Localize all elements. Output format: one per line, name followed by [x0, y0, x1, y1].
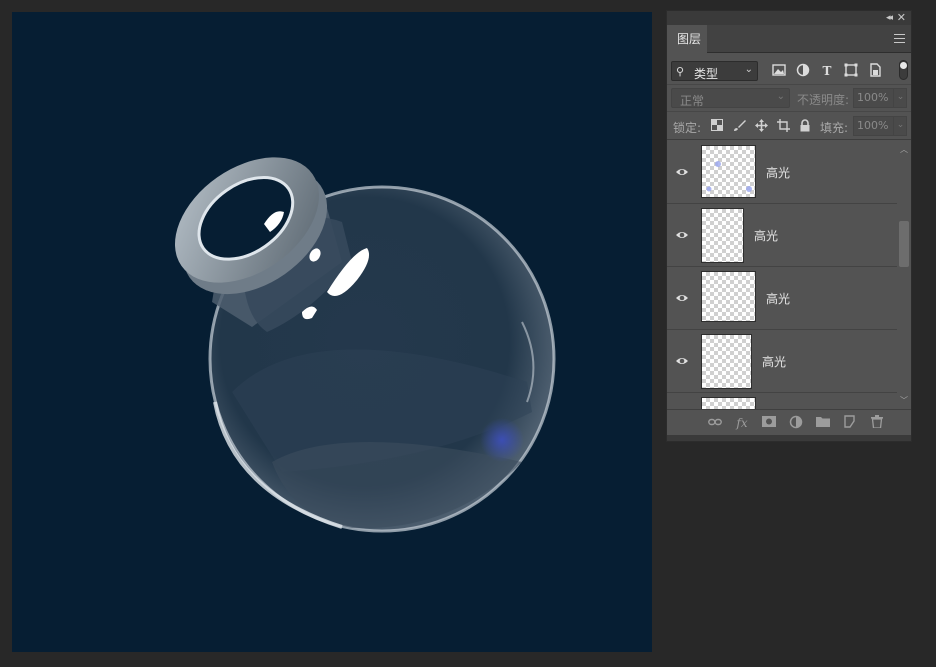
search-icon: ⚲: [676, 65, 685, 78]
layer-name: 高光: [762, 355, 787, 369]
fill-label: 填充:: [820, 121, 849, 135]
layer-name: 高光: [766, 292, 791, 306]
layer-thumbnail: [701, 397, 756, 409]
filter-toggle-switch[interactable]: [899, 60, 908, 80]
tab-layers[interactable]: 图层: [667, 25, 707, 53]
panel-title-bar: ◂◂ ✕: [667, 11, 911, 25]
lock-label: 锁定:: [673, 121, 702, 135]
scrollbar-thumb[interactable]: [899, 221, 909, 267]
panel-resize-grip[interactable]: [667, 435, 911, 441]
chevron-down-icon[interactable]: ⌄: [893, 88, 907, 108]
close-panel-icon[interactable]: ✕: [897, 11, 906, 25]
visibility-eye-icon[interactable]: [675, 291, 689, 305]
panel-tab-bar: 图层: [667, 25, 911, 53]
lock-image-pixels-icon[interactable]: [732, 119, 746, 133]
lock-position-icon[interactable]: [754, 119, 768, 133]
layer-filter-row: ⚲ 类型 ⌄ T: [667, 55, 911, 85]
panel-menu-icon[interactable]: [894, 34, 905, 43]
layer-thumbnail: [701, 208, 744, 263]
layer-row[interactable]: 高光: [667, 330, 897, 393]
lock-all-icon[interactable]: [798, 119, 812, 133]
layers-panel: ◂◂ ✕ 图层 ⚲ 类型 ⌄ T 正常 ⌄ 不透明度: 100% ⌄ 锁定: 填…: [666, 10, 912, 442]
add-mask-icon[interactable]: [761, 415, 777, 431]
layer-row[interactable]: 高光: [667, 141, 897, 204]
bottle-artwork: [174, 157, 556, 533]
lock-transparent-pixels-icon[interactable]: [710, 119, 724, 133]
shape-filter-icon[interactable]: [843, 63, 859, 79]
new-layer-icon[interactable]: [842, 415, 858, 431]
scroll-up-icon[interactable]: ︿: [900, 144, 908, 155]
visibility-eye-icon[interactable]: [675, 354, 689, 368]
layer-row[interactable]: [667, 393, 897, 409]
adjustment-layer-icon[interactable]: [788, 415, 804, 431]
chevron-down-icon[interactable]: ⌄: [893, 116, 907, 136]
collapse-panel-icon[interactable]: ◂◂: [886, 11, 893, 25]
layers-list: 高光 高光 高光 高光: [667, 141, 897, 409]
smart-object-filter-icon[interactable]: [867, 63, 883, 79]
blend-mode-value: 正常: [680, 94, 705, 108]
blend-row: 正常 ⌄ 不透明度: 100% ⌄: [667, 86, 911, 112]
link-layers-icon[interactable]: [707, 415, 723, 431]
layer-thumbnail: [701, 145, 756, 198]
fill-value: 100%: [857, 119, 889, 132]
fill-field[interactable]: 100% ⌄: [853, 116, 907, 136]
opacity-value: 100%: [857, 91, 889, 104]
layers-scrollbar[interactable]: ︿ ﹀: [897, 141, 911, 409]
chevron-down-icon: ⌄: [776, 91, 785, 102]
filter-kind-select[interactable]: ⚲ 类型 ⌄: [671, 61, 758, 81]
fx-layer-style-icon[interactable]: fx: [734, 415, 750, 431]
blend-mode-select[interactable]: 正常 ⌄: [671, 88, 790, 108]
layer-row[interactable]: 高光: [667, 204, 897, 267]
visibility-eye-icon[interactable]: [675, 165, 689, 179]
layer-name: 高光: [766, 166, 791, 180]
visibility-eye-icon[interactable]: [675, 228, 689, 242]
lock-artboard-icon[interactable]: [776, 119, 790, 133]
new-group-folder-icon[interactable]: [815, 415, 831, 431]
lock-row: 锁定: 填充: 100% ⌄: [667, 113, 911, 140]
scroll-down-icon[interactable]: ﹀: [900, 395, 908, 406]
opacity-field[interactable]: 100% ⌄: [853, 88, 907, 108]
layers-footer-toolbar: fx: [667, 409, 911, 435]
layer-thumbnail: [701, 334, 752, 389]
layer-thumbnail: [701, 271, 756, 322]
image-filter-icon[interactable]: [771, 63, 787, 79]
chevron-down-icon: ⌄: [744, 64, 753, 75]
opacity-label: 不透明度:: [797, 93, 850, 107]
layer-row[interactable]: 高光: [667, 267, 897, 330]
adjustment-filter-icon[interactable]: [795, 63, 811, 79]
delete-layer-trash-icon[interactable]: [869, 415, 885, 431]
filter-kind-label: 类型: [694, 67, 719, 81]
document-canvas[interactable]: [12, 12, 652, 652]
type-filter-icon[interactable]: T: [819, 63, 835, 79]
layer-name: 高光: [754, 229, 779, 243]
